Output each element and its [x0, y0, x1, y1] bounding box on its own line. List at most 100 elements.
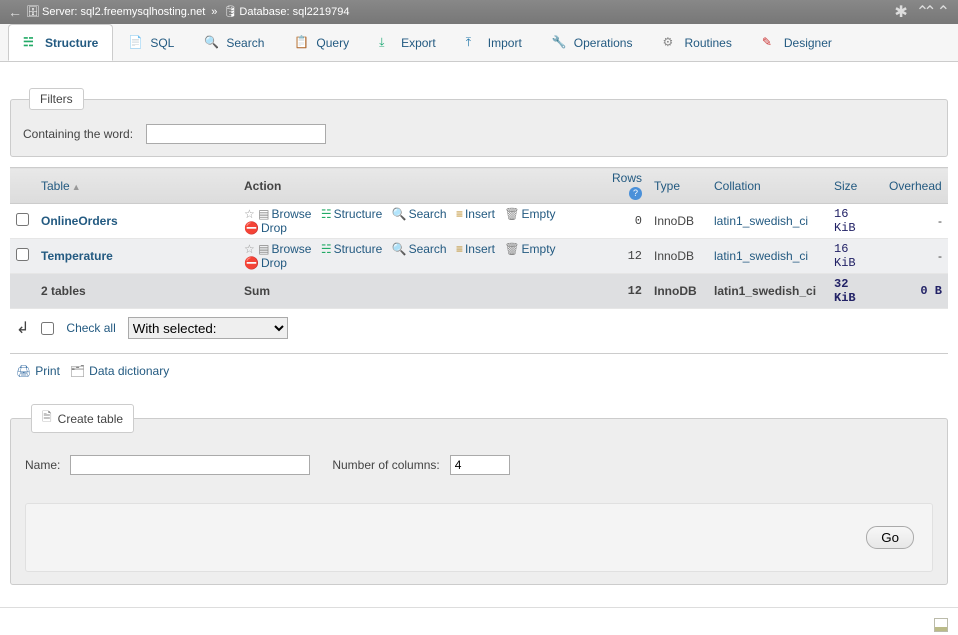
insert-link[interactable]: Insert: [456, 242, 495, 256]
tab-operations[interactable]: Operations: [537, 24, 648, 61]
breadcrumb-sep: »: [211, 6, 217, 18]
tab-export[interactable]: Export: [364, 24, 451, 61]
drop-link[interactable]: Drop: [244, 256, 287, 270]
browse-link[interactable]: Browse: [258, 207, 311, 221]
tab-designer[interactable]: Designer: [747, 24, 847, 61]
insert-link[interactable]: Insert: [456, 207, 495, 221]
with-selected-dropdown[interactable]: With selected:: [128, 317, 288, 339]
row-type: InnoDB: [648, 239, 708, 274]
tab-label: Query: [316, 36, 349, 50]
breadcrumb-server-value: sql2.freemysqlhosting.net: [81, 6, 206, 18]
col-rows[interactable]: Rows ?: [598, 168, 648, 204]
drop-link[interactable]: Drop: [244, 221, 287, 235]
structure-link[interactable]: Structure: [321, 207, 382, 221]
tab-label: Operations: [574, 36, 633, 50]
search-link[interactable]: Search: [392, 242, 447, 256]
row-type: InnoDB: [648, 204, 708, 239]
breadcrumb-server-link[interactable]: Server: sql2.freemysqlhosting.net: [42, 6, 205, 18]
footer-toggle-icon[interactable]: [934, 618, 948, 632]
row-overhead: -: [883, 204, 948, 239]
checkall-arrow-icon: ↳: [16, 318, 29, 338]
filters-fieldset: Filters Containing the word:: [10, 88, 948, 157]
import-icon: [466, 35, 482, 51]
row-checkbox[interactable]: [16, 248, 29, 261]
create-name-input[interactable]: [70, 455, 310, 475]
data-dictionary-link[interactable]: Data dictionary: [70, 364, 169, 378]
check-all-box[interactable]: [41, 322, 54, 335]
table-sum-row: 2 tables Sum 12 InnoDB latin1_swedish_ci…: [10, 274, 948, 309]
tab-structure[interactable]: Structure: [8, 24, 113, 61]
col-size[interactable]: Size: [828, 168, 883, 204]
routines-icon: [662, 35, 678, 51]
sublinks: Print Data dictionary: [10, 354, 948, 388]
col-table[interactable]: Table▲: [35, 168, 238, 204]
row-collation: latin1_swedish_ci: [708, 239, 828, 274]
tab-search[interactable]: Search: [189, 24, 279, 61]
col-collation[interactable]: Collation: [708, 168, 828, 204]
breadcrumb-db-link[interactable]: Database: sql2219794: [239, 6, 349, 18]
row-checkbox[interactable]: [16, 213, 29, 226]
print-icon: [16, 364, 31, 378]
sum-size: 32 KiB: [828, 274, 883, 309]
col-action: Action: [238, 168, 598, 204]
data-dictionary-icon: [70, 364, 85, 378]
insert-icon: [456, 242, 463, 256]
search-icon: [204, 35, 220, 51]
create-name-label: Name:: [25, 458, 60, 472]
operations-icon: [552, 35, 568, 51]
col-overhead[interactable]: Overhead: [883, 168, 948, 204]
favorite-icon[interactable]: [244, 207, 255, 221]
help-icon[interactable]: ?: [629, 187, 642, 200]
structure-icon: [321, 207, 332, 221]
create-table-icon: [42, 408, 52, 429]
settings-icon[interactable]: [894, 2, 907, 22]
tab-sql[interactable]: SQL: [113, 24, 189, 61]
table-name-link[interactable]: OnlineOrders: [41, 214, 118, 228]
sum-label: Sum: [238, 274, 598, 309]
drop-icon: [244, 221, 259, 235]
search-icon: [392, 242, 407, 256]
row-size: 16 KiB: [828, 204, 883, 239]
breadcrumb-db-label: Database:: [239, 6, 289, 18]
col-type[interactable]: Type: [648, 168, 708, 204]
structure-link[interactable]: Structure: [321, 242, 382, 256]
filter-input[interactable]: [146, 124, 326, 144]
sum-type: InnoDB: [648, 274, 708, 309]
tab-import[interactable]: Import: [451, 24, 537, 61]
drop-icon: [244, 256, 259, 270]
sum-collation: latin1_swedish_ci: [708, 274, 828, 309]
structure-icon: [23, 35, 39, 51]
tables-list: Table▲ Action Rows ? Type Collation Size…: [10, 167, 948, 309]
check-all-link[interactable]: Check all: [66, 321, 115, 335]
go-button[interactable]: Go: [866, 526, 914, 549]
row-overhead: -: [883, 239, 948, 274]
favorite-icon[interactable]: [244, 242, 255, 256]
tab-routines[interactable]: Routines: [647, 24, 746, 61]
row-actions: Browse Structure Search Insert Empty Dro…: [238, 204, 598, 239]
export-icon: [379, 35, 395, 51]
search-link[interactable]: Search: [392, 207, 447, 221]
browse-icon: [258, 207, 269, 221]
print-link[interactable]: Print: [16, 364, 60, 378]
collapse-icon[interactable]: ⌃⌃: [916, 2, 950, 22]
table-row: Temperature Browse Structure Search Inse…: [10, 239, 948, 274]
tab-query[interactable]: Query: [279, 24, 364, 61]
empty-icon: [504, 242, 519, 256]
row-rows: 0: [598, 204, 648, 239]
insert-icon: [456, 207, 463, 221]
query-icon: [294, 35, 310, 51]
breadcrumb: ← Server: sql2.freemysqlhosting.net » Da…: [0, 0, 958, 24]
col-checkbox: [10, 168, 35, 204]
browse-link[interactable]: Browse: [258, 242, 311, 256]
tab-label: Designer: [784, 36, 832, 50]
breadcrumb-db-value: sql2219794: [293, 6, 350, 18]
back-button[interactable]: ←: [8, 4, 26, 20]
empty-link[interactable]: Empty: [504, 242, 555, 256]
create-cols-input[interactable]: [450, 455, 510, 475]
empty-link[interactable]: Empty: [504, 207, 555, 221]
create-table-fieldset: Create table Name: Number of columns: Go: [10, 404, 948, 585]
table-name-link[interactable]: Temperature: [41, 249, 113, 263]
row-collation: latin1_swedish_ci: [708, 204, 828, 239]
row-actions: Browse Structure Search Insert Empty Dro…: [238, 239, 598, 274]
sum-count: 2 tables: [35, 274, 238, 309]
